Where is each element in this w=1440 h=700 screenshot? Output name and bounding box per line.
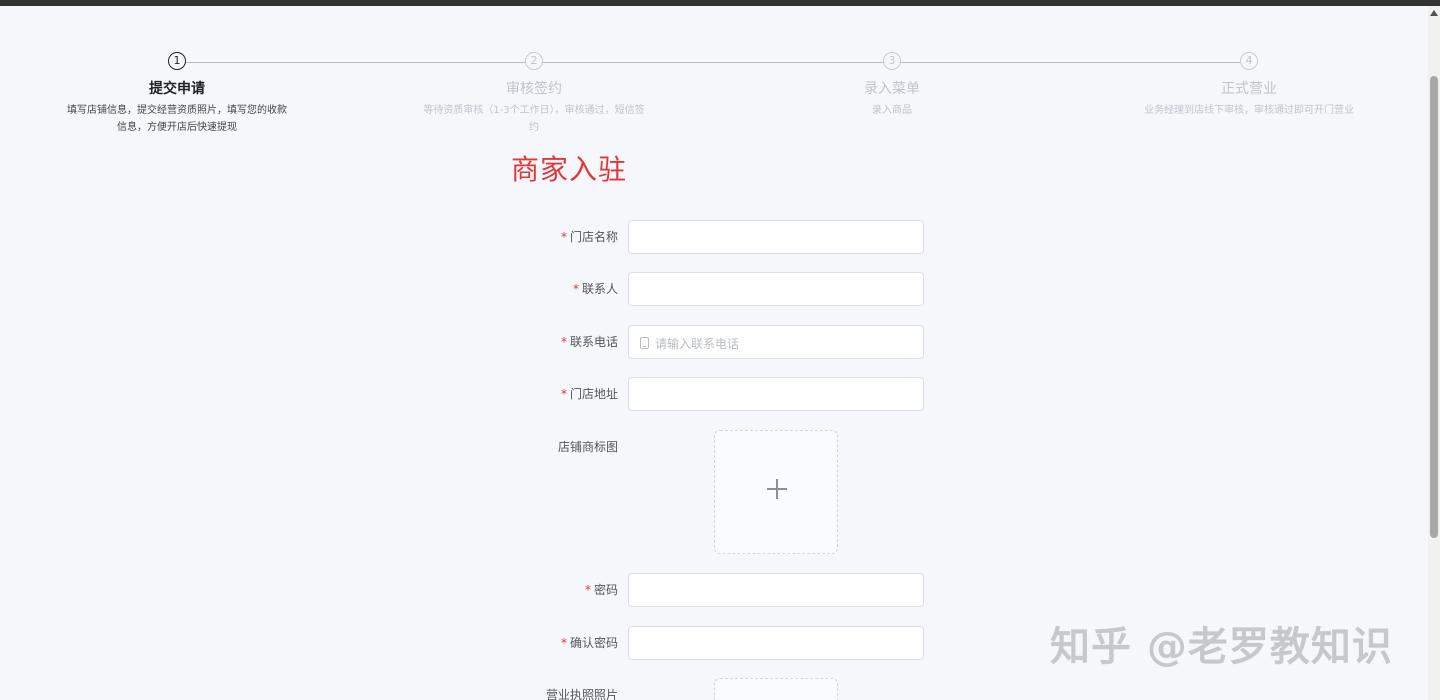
password-label: * 密码	[584, 583, 618, 597]
phone-label: * 联系电话	[560, 335, 618, 349]
step-3: 3 录入菜单 录入商品	[772, 52, 1012, 119]
phone-icon	[640, 337, 649, 349]
step-4: 4 正式营业 业务经理到店线下审核，审核通过即可开门营业	[1129, 52, 1369, 119]
step-1-description: 填写店铺信息，提交经营资质照片，填写您的收款信息，方便开店后快速提现	[67, 105, 287, 133]
scrollbar-thumb[interactable]	[1430, 76, 1438, 538]
step-3-title: 录入菜单	[864, 81, 920, 97]
confirm-password-row: * 确认密码	[440, 626, 940, 660]
browser-top-bar	[0, 0, 1440, 6]
step-2: 2 审核签约 等待资质审核（1-3个工作日），审核通过，短信签约	[414, 52, 654, 136]
vertical-scrollbar[interactable]	[1428, 6, 1440, 700]
store-name-row: * 门店名称	[440, 220, 940, 254]
step-3-description: 录入商品	[872, 105, 912, 116]
required-mark: *	[584, 583, 591, 597]
step-4-description: 业务经理到店线下审核，审核通过即可开门营业	[1144, 105, 1354, 116]
watermark: 知乎 @老罗教知识	[1050, 624, 1393, 670]
password-input[interactable]	[628, 573, 924, 607]
address-row: * 门店地址	[440, 377, 940, 411]
page-title: 商家入驻	[511, 153, 628, 186]
contact-input[interactable]	[628, 272, 924, 306]
step-3-circle: 3	[883, 52, 901, 70]
progress-steps: 1 提交申请 填写店铺信息，提交经营资质照片，填写您的收款信息，方便开店后快速提…	[0, 52, 1428, 142]
phone-placeholder: 请输入联系电话	[655, 337, 740, 351]
step-4-circle: 4	[1240, 52, 1258, 70]
confirm-password-input[interactable]	[628, 626, 924, 660]
store-name-input[interactable]	[628, 220, 924, 254]
address-label: * 门店地址	[560, 387, 618, 401]
required-mark: *	[560, 230, 567, 244]
contact-label: * 联系人	[572, 282, 618, 296]
license-row: 营业执照照片	[440, 678, 940, 700]
store-name-label: * 门店名称	[560, 230, 618, 244]
required-mark: *	[572, 282, 579, 296]
phone-row: * 联系电话 请输入联系电话	[440, 325, 940, 359]
steps-connector-line	[186, 62, 1240, 63]
license-upload-box[interactable]	[714, 678, 838, 700]
step-4-title: 正式营业	[1221, 81, 1277, 97]
step-2-circle: 2	[525, 52, 543, 70]
required-mark: *	[560, 387, 567, 401]
contact-row: * 联系人	[440, 272, 940, 306]
scroll-up-arrow-icon[interactable]	[1430, 10, 1438, 16]
address-input[interactable]	[628, 377, 924, 411]
plus-icon	[767, 479, 787, 499]
step-1: 1 提交申请 填写店铺信息，提交经营资质照片，填写您的收款信息，方便开店后快速提…	[57, 52, 297, 136]
step-2-title: 审核签约	[506, 81, 562, 97]
phone-input[interactable]: 请输入联系电话	[628, 325, 924, 359]
step-1-title: 提交申请	[149, 81, 205, 97]
confirm-password-label: * 确认密码	[560, 636, 618, 650]
required-mark: *	[560, 335, 567, 349]
step-2-description: 等待资质审核（1-3个工作日），审核通过，短信签约	[423, 105, 645, 133]
password-row: * 密码	[440, 573, 940, 607]
logo-label: 店铺商标图	[557, 440, 618, 454]
logo-row: 店铺商标图	[440, 430, 940, 464]
step-1-circle: 1	[168, 52, 186, 70]
license-label: 营业执照照片	[545, 688, 618, 700]
logo-upload-box[interactable]	[714, 430, 838, 554]
required-mark: *	[560, 636, 567, 650]
